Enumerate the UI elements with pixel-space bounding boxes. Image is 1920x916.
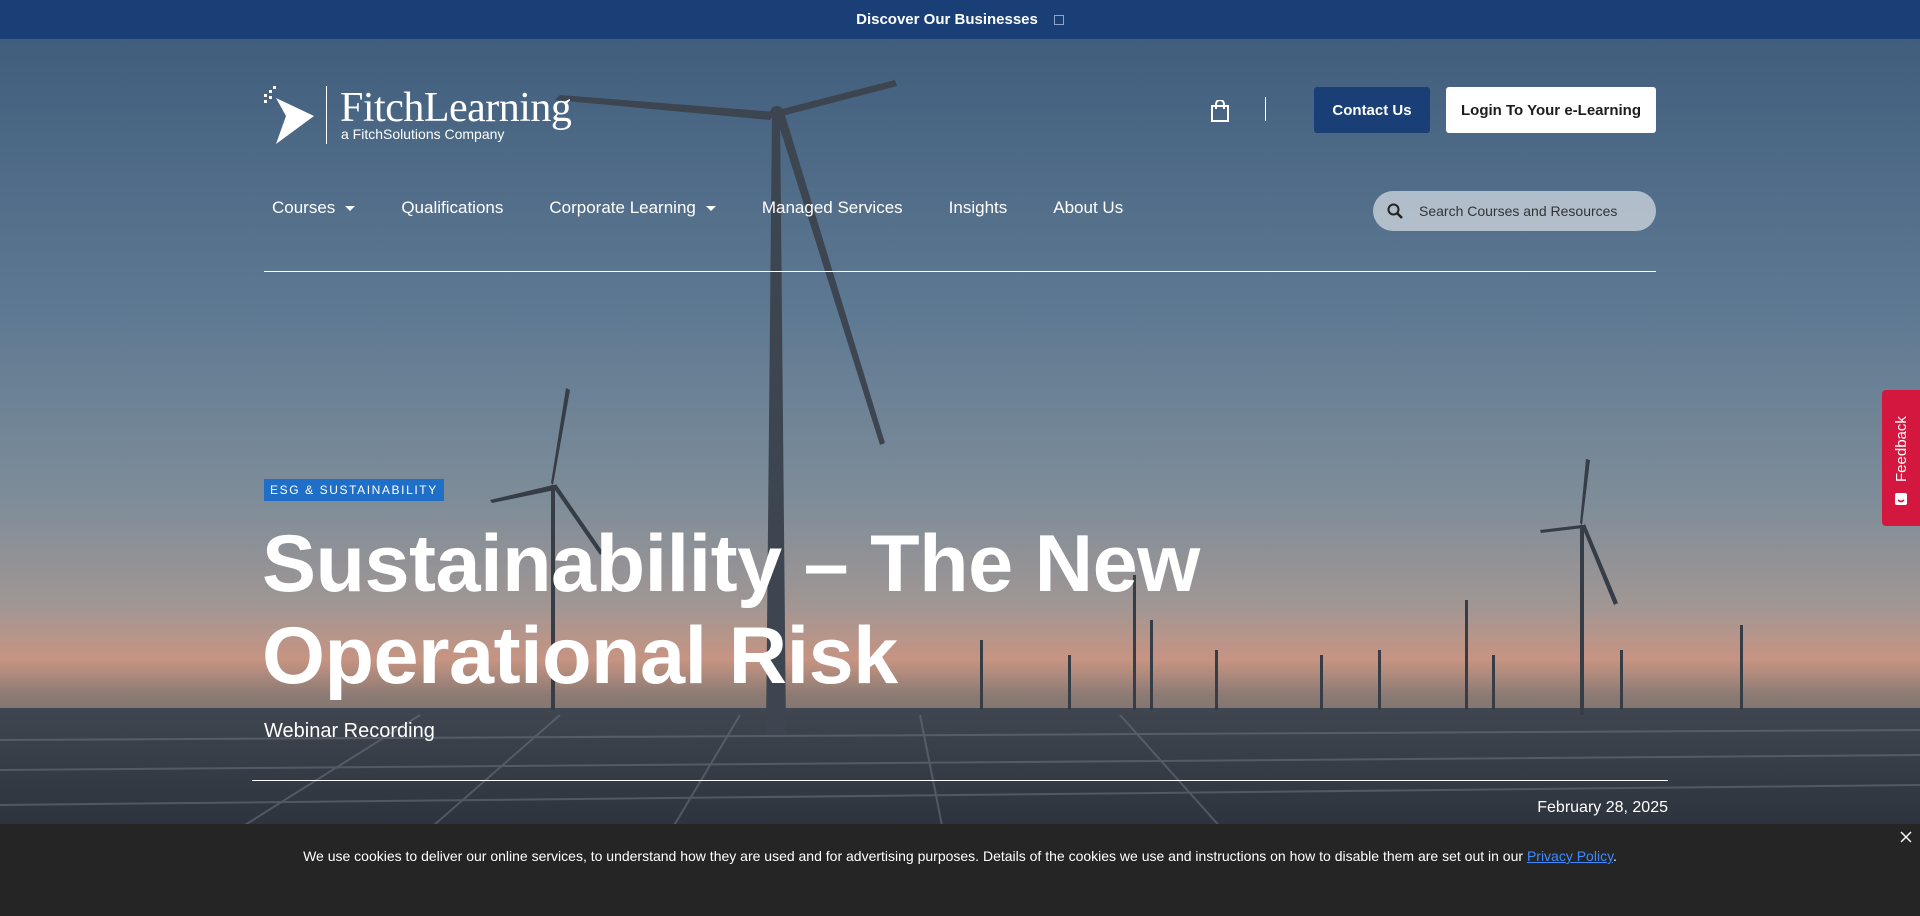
chevron-down-icon[interactable] <box>1053 14 1064 25</box>
logo-divider <box>326 86 327 144</box>
close-icon[interactable] <box>1899 830 1913 844</box>
contact-us-button[interactable]: Contact Us <box>1314 87 1430 133</box>
nav-item-label[interactable]: Corporate Learning <box>549 198 695 218</box>
search-box[interactable] <box>1373 191 1656 231</box>
cookie-suffix: . <box>1613 848 1617 864</box>
cookie-message: We use cookies to deliver our online ser… <box>0 848 1920 864</box>
nav-item-label[interactable]: About Us <box>1053 198 1123 218</box>
caret-down-icon[interactable] <box>705 205 716 211</box>
main-navigation: Courses Qualifications Corporate Learnin… <box>272 198 1169 218</box>
feedback-tab[interactable]: Feedback <box>1882 390 1920 526</box>
nav-divider <box>264 271 1656 272</box>
publish-date: February 28, 2025 <box>1537 799 1668 816</box>
search-icon[interactable] <box>1387 203 1403 219</box>
nav-item-corporate-learning[interactable]: Corporate Learning <box>549 198 716 218</box>
cookie-text: We use cookies to deliver our online ser… <box>303 848 1527 864</box>
nav-item-managed-services[interactable]: Managed Services <box>762 198 903 218</box>
nav-item-insights[interactable]: Insights <box>949 198 1008 218</box>
nav-item-about-us[interactable]: About Us <box>1053 198 1123 218</box>
caret-down-icon[interactable] <box>345 205 356 211</box>
feedback-label[interactable]: Feedback <box>1893 416 1910 482</box>
privacy-policy-link[interactable]: Privacy Policy <box>1527 848 1613 864</box>
cookie-banner: We use cookies to deliver our online ser… <box>0 824 1920 916</box>
logo-arrow-icon <box>264 86 314 144</box>
nav-item-courses[interactable]: Courses <box>272 198 356 218</box>
nav-item-label[interactable]: Managed Services <box>762 198 903 218</box>
shopping-bag-icon[interactable] <box>1210 100 1230 122</box>
nav-item-label[interactable]: Qualifications <box>401 198 503 218</box>
logo-tagline: a FitchSolutions Company <box>341 126 505 142</box>
feedback-icon[interactable] <box>1894 492 1908 506</box>
nav-item-label[interactable]: Insights <box>949 198 1008 218</box>
fitch-learning-logo[interactable]: FitchLearning a FitchSolutions Company <box>264 84 572 148</box>
content-divider <box>252 780 1668 781</box>
login-elearning-button[interactable]: Login To Your e-Learning <box>1446 87 1656 133</box>
nav-item-label[interactable]: Courses <box>272 198 335 218</box>
logo-brand: FitchLearning <box>340 85 572 131</box>
header-separator <box>1265 97 1266 121</box>
page-subtitle: Webinar Recording <box>264 720 435 742</box>
category-tag[interactable]: ESG & SUSTAINABILITY <box>264 479 444 501</box>
nav-item-qualifications[interactable]: Qualifications <box>401 198 503 218</box>
banner-label[interactable]: Discover Our Businesses <box>856 11 1038 28</box>
search-input[interactable] <box>1419 203 1629 219</box>
page-title: Sustainability – The New Operational Ris… <box>262 519 1200 701</box>
top-banner[interactable]: Discover Our Businesses <box>0 0 1920 39</box>
